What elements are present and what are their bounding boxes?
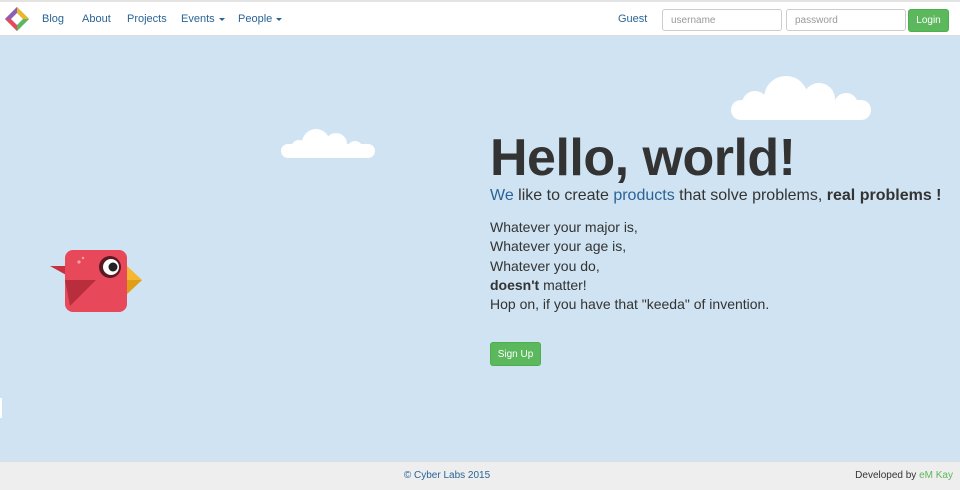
username-input[interactable] (662, 9, 782, 31)
cloud-large-icon (731, 76, 871, 120)
footer: © Cyber Labs 2015 Developed by eM Kay (0, 461, 960, 490)
password-input[interactable] (786, 9, 906, 31)
hero-description: Whatever your major is, Whatever your ag… (490, 218, 955, 314)
developer-link[interactable]: eM Kay (919, 470, 953, 481)
caret-down-icon (276, 17, 283, 21)
red-bird-illustration-icon (50, 250, 142, 312)
cloud-small-icon (281, 129, 375, 158)
footer-credit: Developed by eM Kay (855, 470, 953, 481)
side-tab[interactable] (0, 398, 2, 418)
hero-line: Whatever your major is, (490, 219, 638, 235)
guest-link[interactable]: Guest (618, 2, 647, 36)
hero-lead: We like to create products that solve pr… (490, 187, 942, 204)
hero-line: Whatever you do, (490, 257, 600, 274)
navbar: Blog About Projects Events People Guest … (0, 0, 960, 36)
hero-line: Hop on, if you have that "keeda" of inve… (490, 296, 770, 313)
nav-dropdown-events[interactable]: Events (181, 2, 225, 36)
sign-up-button[interactable]: Sign Up (490, 342, 541, 366)
hero-title: Hello, world! (490, 129, 796, 187)
nav-dropdown-people[interactable]: People (238, 2, 283, 36)
hero-line: Whatever your age is, (490, 238, 627, 255)
nav-link-blog[interactable]: Blog (42, 2, 64, 36)
nav-link-projects[interactable]: Projects (127, 2, 167, 36)
hero-line: doesn't matter! (490, 276, 587, 293)
caret-down-icon (218, 17, 225, 21)
hero-section: Hello, world! We like to create products… (490, 128, 955, 314)
nav-link-about[interactable]: About (82, 2, 111, 36)
cyber-labs-logo-icon[interactable] (4, 6, 30, 32)
login-button[interactable]: Login (908, 9, 949, 32)
footer-copyright: © Cyber Labs 2015 (403, 470, 491, 481)
